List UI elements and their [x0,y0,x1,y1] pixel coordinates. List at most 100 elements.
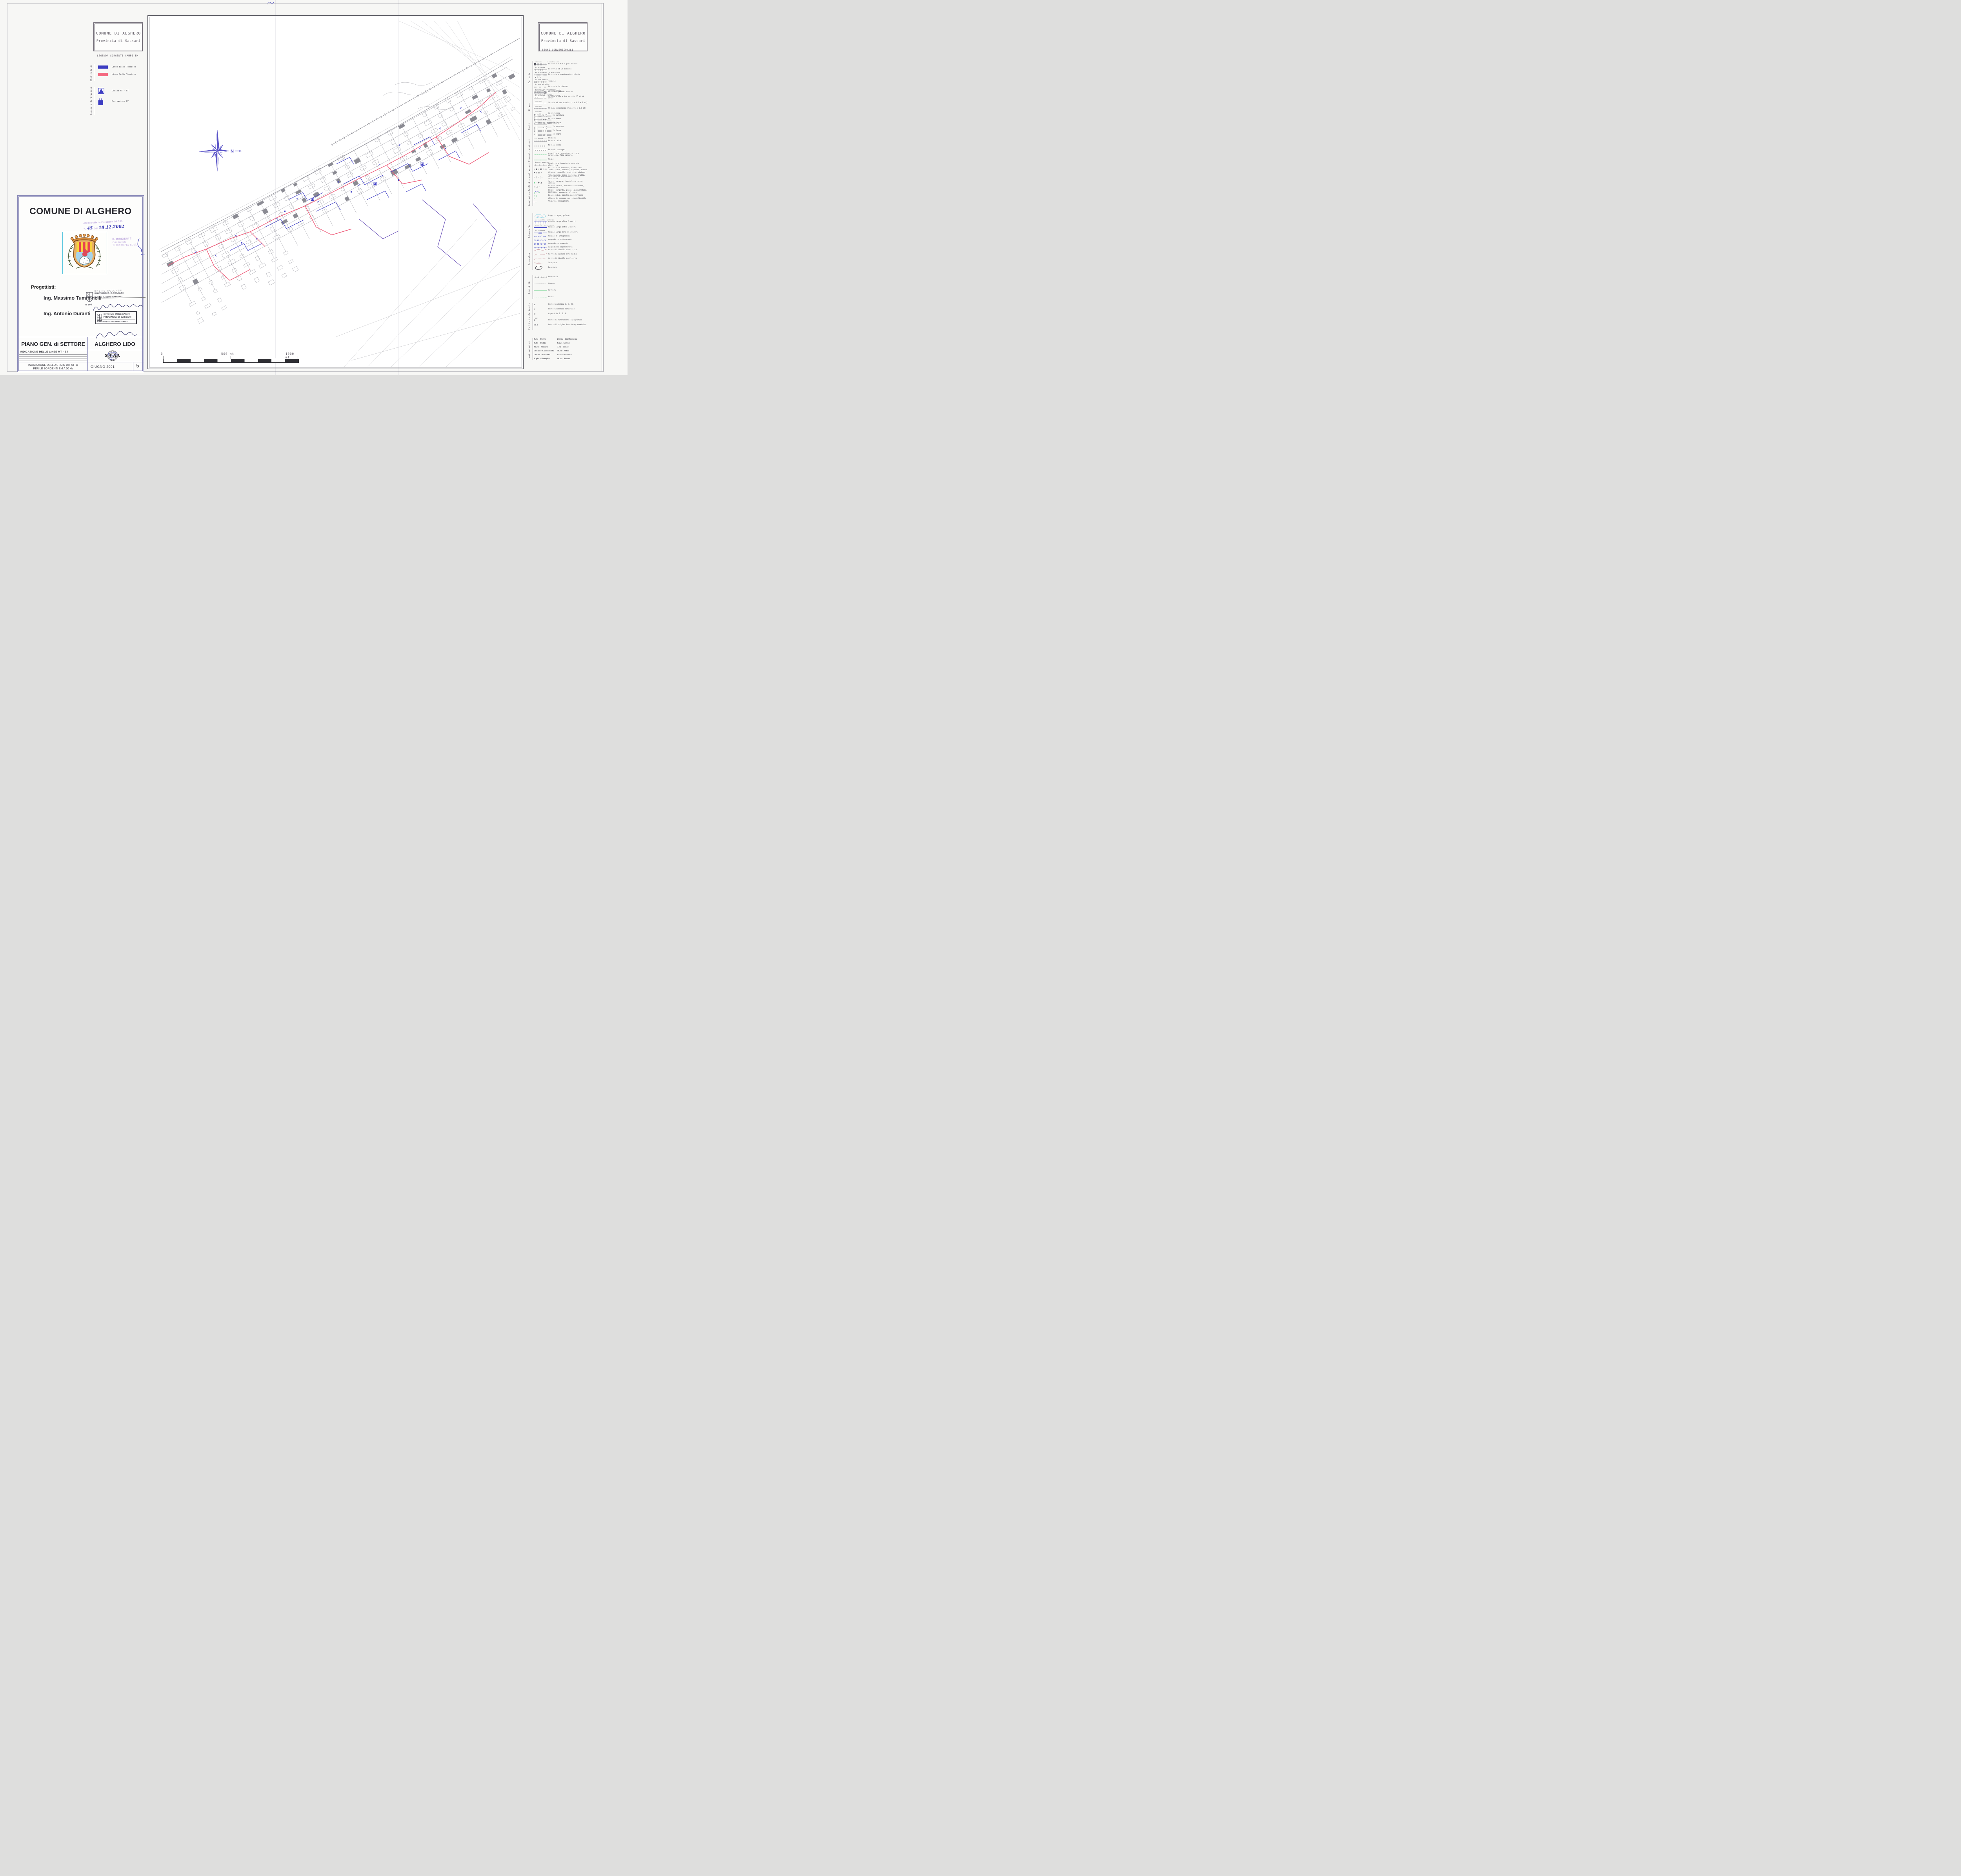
bridge-masonry-icon [538,126,551,129]
legend-row: ▲Punto Geodetico I. G. M. [534,304,588,306]
abbreviation-entry: T.ca - Tanca [557,346,577,348]
em-group-elettrodotti: ElettrodottiLinee Bassa TensioneLinee Me… [90,64,145,81]
area-name: ALGHERO LIDO [87,338,142,347]
power-line-icon [534,164,547,167]
abbreviation-entry: Cuc.du - Cuccureddu [534,350,554,352]
bridge-iron-icon [538,129,551,133]
legend-row: Ferrovia a due o piu' binari [534,63,588,66]
legend-row: ✣Punto di riferimento Topografico [534,319,588,322]
glyph-topo-ref-icon: ✣ [534,319,547,322]
status-description: INDICAZIONE DELLO STATO DI FATTO [19,364,87,367]
aqueduct-open-icon [534,242,547,245]
legend-row: ☆ △ ▫Faro o fanale, monumento notevole, … [534,185,588,189]
paper-fold-line [398,0,399,375]
coat-of-arms-graphic [63,232,106,273]
legend-row: Acquedotto sotterraneo [534,239,588,242]
railway-single-track-icon [534,68,547,71]
legend-label: In muratura [553,126,564,128]
legend-label: Chiesa, cappella, cimitero, miniera [548,172,585,174]
legend-label: Strada a due o tre corsie (7 mt ed oltre… [548,96,588,100]
legend-row: Scarpata [534,262,588,265]
bridge-wood-icon [538,133,551,136]
legend-row: Curva di livello ausiliaria [534,257,588,260]
legend-label: Bosco ceduo, macchia mediterranea [548,195,583,197]
legend-row: ▮ ◌ ◉ ◢Serra, nuraghe, fumaiolo o torre,… [534,181,588,185]
legend-label: Canale largo meno di 3 metri [548,232,578,234]
legend-row: Strada ad una corsia (tra 3,5 e 7 mt) [534,102,588,105]
legend-row: ⌂ ▮ ○ ▣ ◇ □Edificio in muratura, Fabbric… [534,167,588,171]
escarpment-icon [534,262,547,265]
coat-of-arms [62,232,107,274]
legend-label: Ferrovia a due o piu' binari [548,64,578,65]
legend-row: Strada a quattro corsie [534,91,588,94]
legend-label: Muro a secco [548,145,561,147]
legend-row: Rocciaio [534,266,588,270]
derivation-bt-symbol [98,98,108,105]
legend-label: Punto Geodetico I. G. M. [548,304,574,306]
legend-row: ♣ † ⊠ ×Chiesa, cappella, cimitero, minie… [534,172,588,174]
contour-auxiliary-icon [534,257,547,260]
legend-label: Strada ad una corsia (tra 3,5 e 7 mt) [548,102,587,104]
province-name: Provincia di Sassari [96,39,140,43]
canal-wide-covered-icon [534,226,547,229]
legend-group-punti-di-riferimento: Punti di riferimento▲Punto Geodetico I. … [529,303,588,330]
legend-row: Coltura [534,289,588,292]
legend-group-label: Edifici e costruzioni [529,161,532,193]
legend-group-label: Punti di riferimento [529,303,532,330]
abbreviation-entry: Fu.xiu - Furriadroxiu [557,338,577,340]
legend-label: Albero di essenza non identificabile [548,198,586,200]
legend-group-label: Orografia [529,248,532,270]
legend-group-label: Abbreviazioni [529,338,532,360]
legend-label: Punto Geodetico Catastale [548,309,575,311]
abbreviation-entry: P.tta - Pinnetta [557,354,577,356]
abbreviation-entry: G.na - Genna [557,342,577,344]
boundary-forest-icon [534,296,547,299]
legend-group-edifici-e-costruzioni: Edifici e costruzionidoppia sempliceCond… [529,161,588,193]
legend-row: | ∴Vigneto, cespugliato [534,201,588,203]
legend-label: In ferro [553,118,561,120]
municipality-name: COMUNE DI ALGHERO [541,31,586,36]
legend-label: Vigneto, cespugliato [548,201,569,203]
legend-label: Ferrovia ad un binario [548,69,571,71]
legend-subgroup-label: per ferrovie [534,114,536,125]
legend-row: Muro di sostegno [534,149,588,152]
glyph-buildings-icon: ⌂ ▮ ○ ▣ ◇ □ [534,168,547,171]
fence-green-icon [534,153,547,156]
abbreviation-entry: N.ghe - Nuraghe [534,358,554,360]
scale-1000-label: 1000 mt. [286,352,299,359]
legend-label: Ferrovia a scartamento ridotto [548,74,580,76]
title-box-left: COMUNE DI ALGHERO Provincia di Sassari [93,22,143,51]
legend-label: Tranvie [548,81,556,83]
legend-label: Provincia [548,276,558,278]
wall-dry-icon [534,144,547,147]
abbreviation-entry: Br.cu - Bruncu [534,346,554,348]
pen-mark [267,1,275,5]
legend-row: Muro a secco [534,144,588,147]
legend-row: Ferrovia ad un binario [534,68,588,71]
city-map: N [147,15,524,369]
medium-voltage-line-swatch [98,73,108,76]
legend-group-idrografia: IdrografiaLago, stagno, paludesu viadott… [529,213,588,249]
em-group-cabine-e-derivazioni: Cabine e DerivazioniCabina MT - BTDeriva… [90,87,145,115]
legend-label: Curva di livello intermedia [548,254,577,256]
title-block: COMUNE DI ALGHERO Allegato alla delibera… [17,195,144,372]
north-label: N [231,149,234,154]
railway-multi-track-icon [534,63,547,66]
rocky-area-icon [534,266,547,270]
page-border-right [602,3,604,372]
boundary-municipality-icon [534,282,547,285]
legend-row: Curva di livello direttrice [534,249,588,252]
order-stamp-cagliari: ORDINE INGEGNERI PROVINCIA CAGLIARI Dott… [95,289,146,298]
legend-label: Curva di livello ausiliaria [548,258,577,260]
legend-label: Curva di livello direttrice [548,249,577,251]
boundary-cultivation-icon [534,289,547,292]
company-logo-text: S.T.A.I. [100,353,125,358]
legend-row: Muro a calce [534,140,588,143]
glyph-geodetic-catastale-icon: ▼ [534,308,547,311]
em-legend-title: LEGENDA SORGENTI CAMPI EM [90,55,145,57]
legend-group-abbreviazioni: AbbreviazioniB.cu - BaccuB.de - BaddeBr.… [529,338,588,360]
order-stamp-sassari: ORDINE INGEGNERI PROVINCIA DI SASSARI N.… [95,311,137,324]
municipality-name: COMUNE DI ALGHERO [96,31,141,36]
segni-title: SEGNI CONVENZIONALI [529,49,587,51]
road-one-lane-icon [534,102,547,105]
